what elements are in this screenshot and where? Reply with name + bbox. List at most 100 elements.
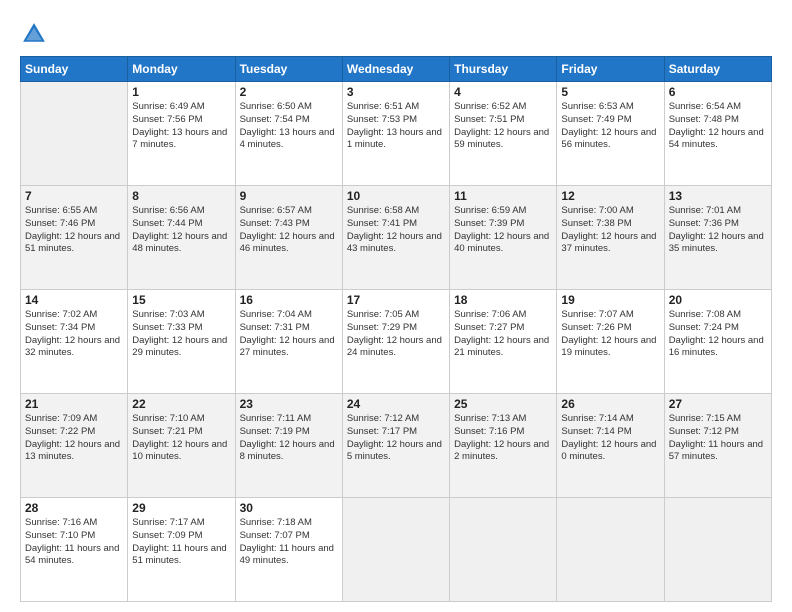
day-info: Sunrise: 6:57 AMSunset: 7:43 PMDaylight:…: [240, 205, 338, 256]
day-number: 3: [347, 85, 445, 99]
day-info: Sunrise: 6:50 AMSunset: 7:54 PMDaylight:…: [240, 101, 338, 152]
day-info: Sunrise: 7:05 AMSunset: 7:29 PMDaylight:…: [347, 309, 445, 360]
day-info: Sunrise: 7:00 AMSunset: 7:38 PMDaylight:…: [561, 205, 659, 256]
day-info: Sunrise: 7:07 AMSunset: 7:26 PMDaylight:…: [561, 309, 659, 360]
calendar-cell: 16 Sunrise: 7:04 AMSunset: 7:31 PMDayligh…: [235, 290, 342, 394]
day-info: Sunrise: 6:51 AMSunset: 7:53 PMDaylight:…: [347, 101, 445, 152]
calendar-dow-wednesday: Wednesday: [342, 57, 449, 82]
day-number: 2: [240, 85, 338, 99]
day-number: 24: [347, 397, 445, 411]
logo-icon: [20, 20, 48, 48]
calendar-cell: 15 Sunrise: 7:03 AMSunset: 7:33 PMDayligh…: [128, 290, 235, 394]
day-info: Sunrise: 7:10 AMSunset: 7:21 PMDaylight:…: [132, 413, 230, 464]
day-info: Sunrise: 6:49 AMSunset: 7:56 PMDaylight:…: [132, 101, 230, 152]
calendar-cell: 24 Sunrise: 7:12 AMSunset: 7:17 PMDayligh…: [342, 394, 449, 498]
day-number: 23: [240, 397, 338, 411]
day-number: 9: [240, 189, 338, 203]
day-number: 25: [454, 397, 552, 411]
day-number: 22: [132, 397, 230, 411]
calendar-header-row: SundayMondayTuesdayWednesdayThursdayFrid…: [21, 57, 772, 82]
day-number: 10: [347, 189, 445, 203]
calendar-cell: 10Sunrise: 6:58 AMSunset: 7:41 PMDayligh…: [342, 186, 449, 290]
calendar-dow-thursday: Thursday: [450, 57, 557, 82]
calendar-cell: 25 Sunrise: 7:13 AMSunset: 7:16 PMDayligh…: [450, 394, 557, 498]
calendar-week-row: 1 Sunrise: 6:49 AMSunset: 7:56 PMDaylight…: [21, 82, 772, 186]
day-info: Sunrise: 7:06 AMSunset: 7:27 PMDaylight:…: [454, 309, 552, 360]
day-number: 19: [561, 293, 659, 307]
day-info: Sunrise: 7:01 AMSunset: 7:36 PMDaylight:…: [669, 205, 767, 256]
calendar-cell: 6Sunrise: 6:54 AMSunset: 7:48 PMDaylight…: [664, 82, 771, 186]
day-number: 17: [347, 293, 445, 307]
day-info: Sunrise: 7:11 AMSunset: 7:19 PMDaylight:…: [240, 413, 338, 464]
day-number: 15: [132, 293, 230, 307]
day-info: Sunrise: 7:17 AMSunset: 7:09 PMDaylight:…: [132, 517, 230, 568]
calendar-cell: 7Sunrise: 6:55 AMSunset: 7:46 PMDaylight…: [21, 186, 128, 290]
day-number: 21: [25, 397, 123, 411]
day-number: 26: [561, 397, 659, 411]
day-number: 1: [132, 85, 230, 99]
logo: [20, 18, 50, 48]
calendar-cell: [450, 498, 557, 602]
calendar-cell: 17 Sunrise: 7:05 AMSunset: 7:29 PMDayligh…: [342, 290, 449, 394]
calendar-cell: 11 Sunrise: 6:59 AMSunset: 7:39 PMDayligh…: [450, 186, 557, 290]
calendar-cell: 2 Sunrise: 6:50 AMSunset: 7:54 PMDaylight…: [235, 82, 342, 186]
day-number: 13: [669, 189, 767, 203]
day-info: Sunrise: 7:09 AMSunset: 7:22 PMDaylight:…: [25, 413, 123, 464]
calendar-week-row: 28 Sunrise: 7:16 AMSunset: 7:10 PMDayligh…: [21, 498, 772, 602]
calendar-week-row: 14 Sunrise: 7:02 AMSunset: 7:34 PMDayligh…: [21, 290, 772, 394]
day-info: Sunrise: 7:03 AMSunset: 7:33 PMDaylight:…: [132, 309, 230, 360]
calendar-cell: 1 Sunrise: 6:49 AMSunset: 7:56 PMDaylight…: [128, 82, 235, 186]
calendar-cell: 28 Sunrise: 7:16 AMSunset: 7:10 PMDayligh…: [21, 498, 128, 602]
calendar-cell: 27 Sunrise: 7:15 AMSunset: 7:12 PMDayligh…: [664, 394, 771, 498]
page: SundayMondayTuesdayWednesdayThursdayFrid…: [0, 0, 792, 612]
calendar-cell: [664, 498, 771, 602]
day-number: 27: [669, 397, 767, 411]
day-number: 29: [132, 501, 230, 515]
calendar-cell: 13 Sunrise: 7:01 AMSunset: 7:36 PMDayligh…: [664, 186, 771, 290]
calendar-dow-sunday: Sunday: [21, 57, 128, 82]
day-number: 5: [561, 85, 659, 99]
calendar-dow-friday: Friday: [557, 57, 664, 82]
calendar-cell: 30Sunrise: 7:18 AMSunset: 7:07 PMDayligh…: [235, 498, 342, 602]
day-info: Sunrise: 7:16 AMSunset: 7:10 PMDaylight:…: [25, 517, 123, 568]
calendar-cell: 19 Sunrise: 7:07 AMSunset: 7:26 PMDayligh…: [557, 290, 664, 394]
calendar-cell: 3 Sunrise: 6:51 AMSunset: 7:53 PMDaylight…: [342, 82, 449, 186]
calendar-cell: 26 Sunrise: 7:14 AMSunset: 7:14 PMDayligh…: [557, 394, 664, 498]
day-info: Sunrise: 7:13 AMSunset: 7:16 PMDaylight:…: [454, 413, 552, 464]
day-number: 16: [240, 293, 338, 307]
day-number: 8: [132, 189, 230, 203]
calendar: SundayMondayTuesdayWednesdayThursdayFrid…: [20, 56, 772, 602]
day-number: 4: [454, 85, 552, 99]
calendar-cell: 4 Sunrise: 6:52 AMSunset: 7:51 PMDaylight…: [450, 82, 557, 186]
day-number: 12: [561, 189, 659, 203]
calendar-cell: 20 Sunrise: 7:08 AMSunset: 7:24 PMDayligh…: [664, 290, 771, 394]
day-info: Sunrise: 6:52 AMSunset: 7:51 PMDaylight:…: [454, 101, 552, 152]
day-info: Sunrise: 7:14 AMSunset: 7:14 PMDaylight:…: [561, 413, 659, 464]
calendar-cell: 22 Sunrise: 7:10 AMSunset: 7:21 PMDayligh…: [128, 394, 235, 498]
day-info: Sunrise: 6:55 AMSunset: 7:46 PMDaylight:…: [25, 205, 123, 256]
day-info: Sunrise: 6:53 AMSunset: 7:49 PMDaylight:…: [561, 101, 659, 152]
header: [20, 18, 772, 48]
day-number: 20: [669, 293, 767, 307]
day-info: Sunrise: 6:59 AMSunset: 7:39 PMDaylight:…: [454, 205, 552, 256]
day-number: 14: [25, 293, 123, 307]
day-number: 30: [240, 501, 338, 515]
calendar-week-row: 7Sunrise: 6:55 AMSunset: 7:46 PMDaylight…: [21, 186, 772, 290]
calendar-cell: 9 Sunrise: 6:57 AMSunset: 7:43 PMDaylight…: [235, 186, 342, 290]
calendar-cell: 14 Sunrise: 7:02 AMSunset: 7:34 PMDayligh…: [21, 290, 128, 394]
day-info: Sunrise: 7:04 AMSunset: 7:31 PMDaylight:…: [240, 309, 338, 360]
day-info: Sunrise: 7:15 AMSunset: 7:12 PMDaylight:…: [669, 413, 767, 464]
day-info: Sunrise: 6:56 AMSunset: 7:44 PMDaylight:…: [132, 205, 230, 256]
day-info: Sunrise: 7:02 AMSunset: 7:34 PMDaylight:…: [25, 309, 123, 360]
calendar-dow-saturday: Saturday: [664, 57, 771, 82]
calendar-dow-tuesday: Tuesday: [235, 57, 342, 82]
day-number: 28: [25, 501, 123, 515]
calendar-cell: 23 Sunrise: 7:11 AMSunset: 7:19 PMDayligh…: [235, 394, 342, 498]
day-number: 11: [454, 189, 552, 203]
calendar-dow-monday: Monday: [128, 57, 235, 82]
day-info: Sunrise: 7:12 AMSunset: 7:17 PMDaylight:…: [347, 413, 445, 464]
calendar-cell: [21, 82, 128, 186]
calendar-cell: [557, 498, 664, 602]
day-info: Sunrise: 6:54 AMSunset: 7:48 PMDaylight:…: [669, 101, 767, 152]
day-info: Sunrise: 7:08 AMSunset: 7:24 PMDaylight:…: [669, 309, 767, 360]
